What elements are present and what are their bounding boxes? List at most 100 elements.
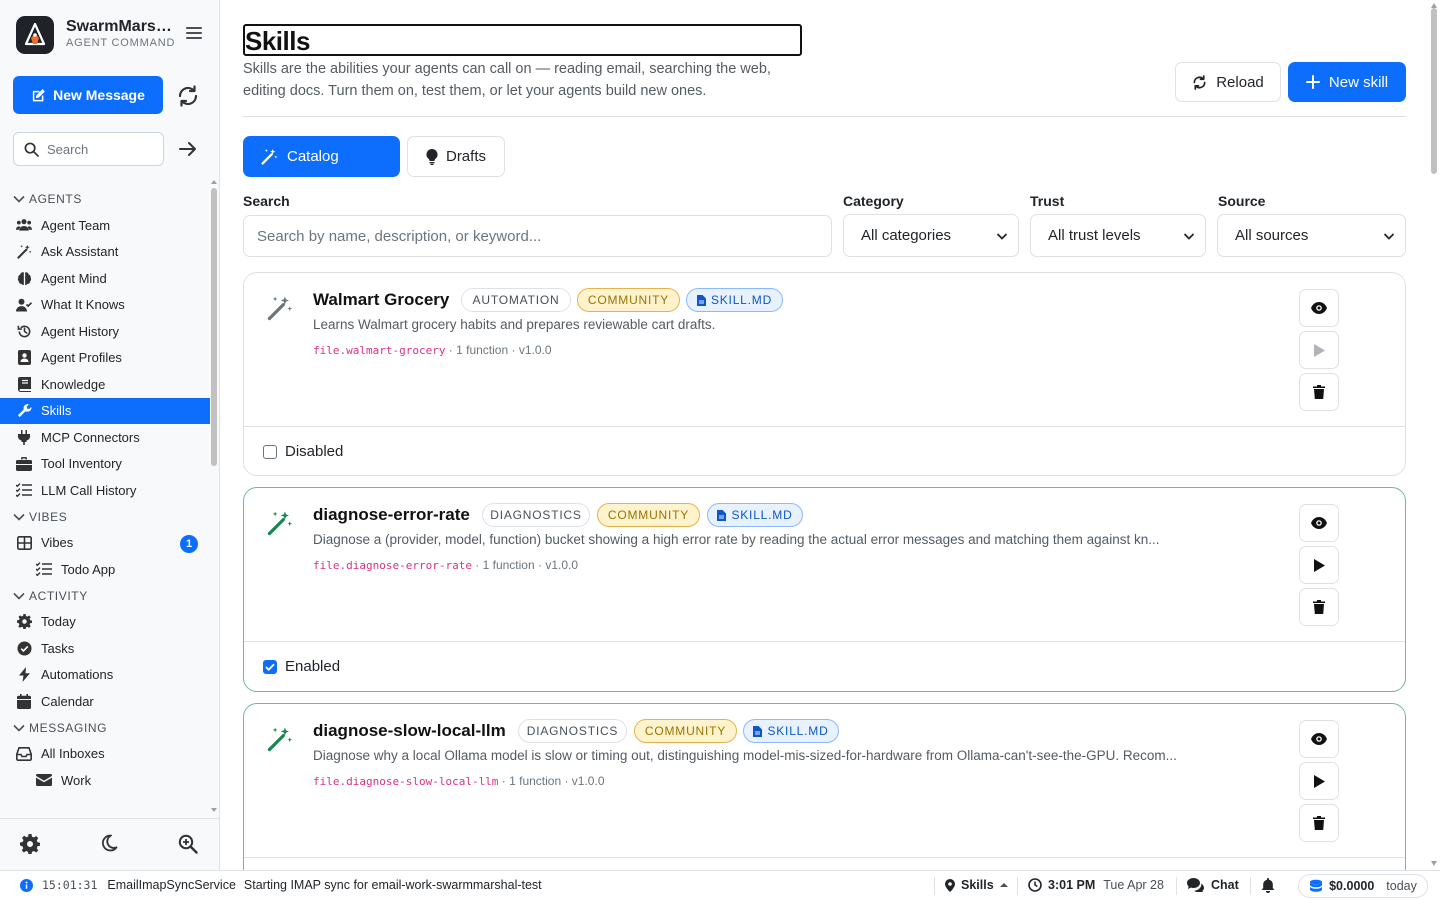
location-label: Skills xyxy=(961,878,994,892)
sidebar-item-label: Agent History xyxy=(41,323,120,339)
view-skill-button[interactable] xyxy=(1299,504,1339,542)
sidebar-item-tasks[interactable]: Tasks xyxy=(0,635,210,662)
cost-indicator[interactable]: $0.0000 today xyxy=(1298,874,1428,898)
sidebar-item-todo-app[interactable]: Todo App xyxy=(0,556,210,583)
section-messaging[interactable]: MESSAGING xyxy=(0,715,210,741)
trash-icon xyxy=(1313,600,1325,614)
sidebar-item-label: Automations xyxy=(41,667,114,683)
main-scrollbar-thumb[interactable] xyxy=(1431,8,1437,174)
run-skill-button[interactable] xyxy=(1299,546,1339,584)
status-bar: 15:01:31 EmailImapSyncService Starting I… xyxy=(0,870,1440,900)
sidebar-item-knowledge[interactable]: Knowledge xyxy=(0,371,210,398)
sidebar-item-calendar[interactable]: Calendar xyxy=(0,688,210,715)
skill-search-input[interactable]: Search by name, description, or keyword.… xyxy=(243,215,832,257)
sidebar-item-agent-profiles[interactable]: Agent Profiles xyxy=(0,345,210,372)
chevron-down-icon xyxy=(13,513,25,521)
hamburger-menu-icon[interactable] xyxy=(186,24,202,40)
trust-filter-label: Trust xyxy=(1030,193,1065,209)
sidebar-item-automations[interactable]: Automations xyxy=(0,662,210,689)
skill-status-label: Enabled xyxy=(285,658,341,675)
sidebar-item-label: Ask Assistant xyxy=(41,244,119,260)
list-check-icon xyxy=(36,561,52,577)
sidebar-item-tool-inventory[interactable]: Tool Inventory xyxy=(0,451,210,478)
sidebar-item-ask-assistant[interactable]: Ask Assistant xyxy=(0,239,210,266)
sidebar-item-vibes[interactable]: Vibes 1 xyxy=(0,530,210,557)
zoom-in-icon[interactable] xyxy=(178,834,200,856)
status-divider xyxy=(1250,877,1251,895)
skill-card-diagnose-error-rate: diagnose-error-rate DIAGNOSTICS COMMUNIT… xyxy=(243,487,1406,692)
skill-card-walmart-grocery: Walmart Grocery AUTOMATION COMMUNITY SKI… xyxy=(243,272,1406,476)
notifications-bell-icon[interactable] xyxy=(1261,878,1275,893)
delete-skill-button[interactable] xyxy=(1299,588,1339,626)
sidebar-item-agent-mind[interactable]: Agent Mind xyxy=(0,265,210,292)
sidebar-item-label: Today xyxy=(41,614,76,630)
skill-id: file.walmart-grocery xyxy=(313,344,446,357)
skill-description: Diagnose a (provider, model, function) b… xyxy=(313,532,1160,547)
skill-status-row[interactable]: Enabled xyxy=(244,641,1405,691)
delete-skill-button[interactable] xyxy=(1299,804,1339,842)
sync-refresh-icon[interactable] xyxy=(176,84,200,108)
search-go-arrow-icon[interactable] xyxy=(178,139,198,159)
sidebar-item-all-inboxes[interactable]: All Inboxes xyxy=(0,741,210,768)
new-skill-button[interactable]: New skill xyxy=(1288,62,1406,102)
sidebar-item-skills[interactable]: Skills xyxy=(0,397,210,424)
enable-checkbox[interactable] xyxy=(263,659,277,674)
source-select[interactable]: All sources xyxy=(1217,214,1406,257)
skill-status-row[interactable] xyxy=(244,857,1405,870)
sidebar-search-input[interactable]: Search xyxy=(13,132,164,166)
main-content: Skills Skills are the abilities your age… xyxy=(220,0,1428,870)
section-activity[interactable]: ACTIVITY xyxy=(0,583,210,609)
sidebar-item-today[interactable]: Today xyxy=(0,609,210,636)
location-indicator[interactable]: Skills xyxy=(945,878,1008,892)
chevron-down-icon xyxy=(996,232,1008,240)
sidebar-item-agent-team[interactable]: Agent Team xyxy=(0,212,210,239)
category-select[interactable]: All categories xyxy=(843,214,1019,257)
status-log[interactable]: 15:01:31 EmailImapSyncService Starting I… xyxy=(20,878,542,892)
chat-button[interactable]: Chat xyxy=(1187,878,1239,892)
skill-status-row[interactable]: Disabled xyxy=(244,426,1405,476)
skill-name: diagnose-slow-local-llm xyxy=(313,721,506,740)
compose-icon xyxy=(32,88,45,101)
history-icon xyxy=(16,323,32,339)
status-divider xyxy=(1017,877,1018,895)
sidebar-nav: AGENTS Agent Team Ask Assistant Agent Mi… xyxy=(0,186,210,816)
trash-icon xyxy=(1313,385,1325,399)
skill-meta: file.diagnose-slow-local-llm · 1 functio… xyxy=(313,774,605,788)
sidebar-scrollbar-thumb[interactable] xyxy=(211,188,217,466)
sidebar-item-label: All Inboxes xyxy=(41,746,105,762)
skill-description: Learns Walmart grocery habits and prepar… xyxy=(313,317,716,332)
dark-mode-moon-icon[interactable] xyxy=(100,834,122,856)
section-activity-label: ACTIVITY xyxy=(29,588,88,603)
section-agents[interactable]: AGENTS xyxy=(0,186,210,212)
delete-skill-button[interactable] xyxy=(1299,373,1339,411)
id-card-icon xyxy=(16,350,32,366)
trust-select[interactable]: All trust levels xyxy=(1030,214,1206,257)
section-vibes[interactable]: VIBES xyxy=(0,504,210,530)
sidebar-item-what-it-knows[interactable]: What It Knows xyxy=(0,292,210,319)
run-skill-button[interactable] xyxy=(1299,762,1339,800)
settings-gear-icon[interactable] xyxy=(20,834,42,856)
new-message-button[interactable]: New Message xyxy=(13,76,163,114)
list-check-icon xyxy=(16,482,32,498)
tab-catalog[interactable]: Catalog xyxy=(243,136,400,177)
gear-icon xyxy=(16,614,32,630)
file-icon xyxy=(696,294,706,306)
run-skill-button[interactable] xyxy=(1299,331,1339,369)
tab-drafts[interactable]: Drafts xyxy=(407,136,505,177)
category-filter-label: Category xyxy=(843,193,904,209)
clock-indicator[interactable]: 3:01 PM Tue Apr 28 xyxy=(1028,878,1164,892)
enable-checkbox[interactable] xyxy=(263,444,277,459)
skill-status-label: Disabled xyxy=(285,443,344,460)
sidebar-item-label: Todo App xyxy=(61,561,116,577)
sidebar-item-mcp-connectors[interactable]: MCP Connectors xyxy=(0,424,210,451)
sidebar-item-llm-call-history[interactable]: LLM Call History xyxy=(0,477,210,504)
sidebar-item-label: LLM Call History xyxy=(41,482,137,498)
brand[interactable]: SwarmMarshal AGENT COMMAND xyxy=(14,14,214,56)
sidebar-item-work[interactable]: Work xyxy=(0,767,210,794)
sidebar-item-agent-history[interactable]: Agent History xyxy=(0,318,210,345)
reload-button[interactable]: Reload xyxy=(1175,62,1281,102)
view-skill-button[interactable] xyxy=(1299,720,1339,758)
eye-icon xyxy=(1311,302,1327,314)
trust-badge: COMMUNITY xyxy=(634,719,737,743)
view-skill-button[interactable] xyxy=(1299,289,1339,327)
